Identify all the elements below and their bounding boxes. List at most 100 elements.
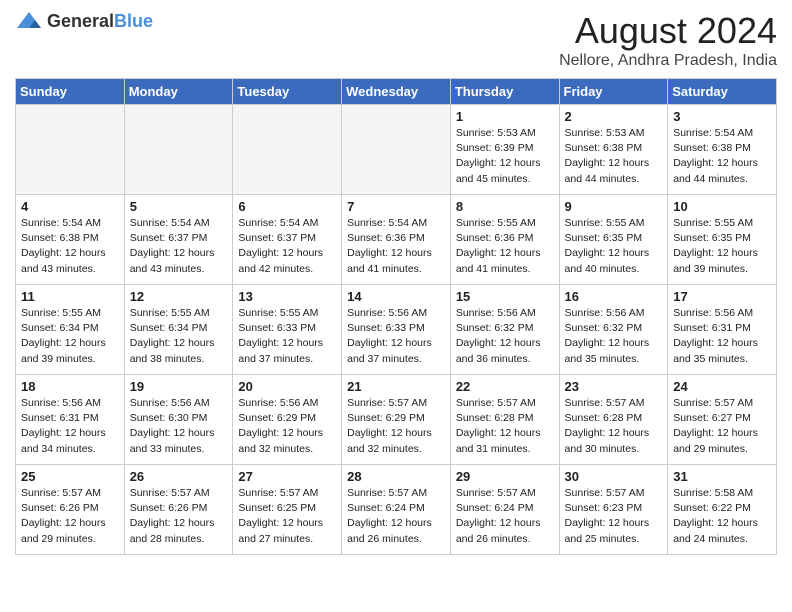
day-number: 1: [456, 109, 554, 124]
day-number: 11: [21, 289, 119, 304]
day-info: Sunrise: 5:58 AM Sunset: 6:22 PM Dayligh…: [673, 486, 771, 547]
day-cell: 1 Sunrise: 5:53 AM Sunset: 6:39 PM Daylig…: [450, 105, 559, 195]
day-number: 3: [673, 109, 771, 124]
day-info: Sunrise: 5:54 AM Sunset: 6:36 PM Dayligh…: [347, 216, 445, 277]
day-cell: 10 Sunrise: 5:55 AM Sunset: 6:35 PM Dayli…: [668, 195, 777, 285]
header-cell-wednesday: Wednesday: [342, 79, 451, 105]
day-info: Sunrise: 5:56 AM Sunset: 6:31 PM Dayligh…: [673, 306, 771, 367]
day-info: Sunrise: 5:57 AM Sunset: 6:27 PM Dayligh…: [673, 396, 771, 457]
day-info: Sunrise: 5:57 AM Sunset: 6:28 PM Dayligh…: [456, 396, 554, 457]
day-cell: [233, 105, 342, 195]
day-cell: 20 Sunrise: 5:56 AM Sunset: 6:29 PM Dayli…: [233, 375, 342, 465]
logo: GeneralBlue: [15, 10, 153, 32]
day-info: Sunrise: 5:54 AM Sunset: 6:38 PM Dayligh…: [21, 216, 119, 277]
day-info: Sunrise: 5:57 AM Sunset: 6:26 PM Dayligh…: [21, 486, 119, 547]
day-info: Sunrise: 5:57 AM Sunset: 6:24 PM Dayligh…: [347, 486, 445, 547]
day-cell: 21Sunrise: 5:57 AM Sunset: 6:29 PM Dayli…: [342, 375, 451, 465]
day-info: Sunrise: 5:57 AM Sunset: 6:23 PM Dayligh…: [565, 486, 663, 547]
day-info: Sunrise: 5:54 AM Sunset: 6:37 PM Dayligh…: [238, 216, 336, 277]
day-info: Sunrise: 5:55 AM Sunset: 6:35 PM Dayligh…: [565, 216, 663, 277]
day-cell: 7 Sunrise: 5:54 AM Sunset: 6:36 PM Daylig…: [342, 195, 451, 285]
day-cell: 25 Sunrise: 5:57 AM Sunset: 6:26 PM Dayli…: [16, 465, 125, 555]
day-cell: 19 Sunrise: 5:56 AM Sunset: 6:30 PM Dayli…: [124, 375, 233, 465]
day-number: 15: [456, 289, 554, 304]
day-info: Sunrise: 5:57 AM Sunset: 6:28 PM Dayligh…: [565, 396, 663, 457]
day-cell: 16 Sunrise: 5:56 AM Sunset: 6:32 PM Dayli…: [559, 285, 668, 375]
header: GeneralBlue August 2024 Nellore, Andhra …: [15, 10, 777, 70]
day-info: Sunrise: 5:55 AM Sunset: 6:33 PM Dayligh…: [238, 306, 336, 367]
day-info: Sunrise: 5:56 AM Sunset: 6:32 PM Dayligh…: [565, 306, 663, 367]
day-cell: 30 Sunrise: 5:57 AM Sunset: 6:23 PM Dayli…: [559, 465, 668, 555]
day-info: Sunrise: 5:56 AM Sunset: 6:32 PM Dayligh…: [456, 306, 554, 367]
day-number: 12: [130, 289, 228, 304]
day-number: 17: [673, 289, 771, 304]
day-cell: 28 Sunrise: 5:57 AM Sunset: 6:24 PM Dayli…: [342, 465, 451, 555]
day-cell: [342, 105, 451, 195]
day-number: 4: [21, 199, 119, 214]
day-cell: 5 Sunrise: 5:54 AM Sunset: 6:37 PM Daylig…: [124, 195, 233, 285]
day-info: Sunrise: 5:55 AM Sunset: 6:34 PM Dayligh…: [21, 306, 119, 367]
day-number: 30: [565, 469, 663, 484]
day-info: Sunrise: 5:57 AM Sunset: 6:25 PM Dayligh…: [238, 486, 336, 547]
day-cell: 4 Sunrise: 5:54 AM Sunset: 6:38 PM Daylig…: [16, 195, 125, 285]
day-cell: 14 Sunrise: 5:56 AM Sunset: 6:33 PM Dayli…: [342, 285, 451, 375]
day-number: 10: [673, 199, 771, 214]
day-number: 25: [21, 469, 119, 484]
day-cell: 13 Sunrise: 5:55 AM Sunset: 6:33 PM Dayli…: [233, 285, 342, 375]
day-number: 18: [21, 379, 119, 394]
week-row-2: 4 Sunrise: 5:54 AM Sunset: 6:38 PM Daylig…: [16, 195, 777, 285]
day-info: Sunrise: 5:56 AM Sunset: 6:33 PM Dayligh…: [347, 306, 445, 367]
day-cell: 3 Sunrise: 5:54 AM Sunset: 6:38 PM Daylig…: [668, 105, 777, 195]
day-number: 14: [347, 289, 445, 304]
week-row-5: 25 Sunrise: 5:57 AM Sunset: 6:26 PM Dayli…: [16, 465, 777, 555]
day-number: 23: [565, 379, 663, 394]
day-info: Sunrise: 5:56 AM Sunset: 6:31 PM Dayligh…: [21, 396, 119, 457]
header-cell-tuesday: Tuesday: [233, 79, 342, 105]
day-cell: 18 Sunrise: 5:56 AM Sunset: 6:31 PM Dayli…: [16, 375, 125, 465]
day-number: 29: [456, 469, 554, 484]
day-info: Sunrise: 5:56 AM Sunset: 6:30 PM Dayligh…: [130, 396, 228, 457]
day-number: 5: [130, 199, 228, 214]
day-number: 16: [565, 289, 663, 304]
day-cell: 17 Sunrise: 5:56 AM Sunset: 6:31 PM Dayli…: [668, 285, 777, 375]
day-info: Sunrise: 5:56 AM Sunset: 6:29 PM Dayligh…: [238, 396, 336, 457]
location: Nellore, Andhra Pradesh, India: [559, 52, 777, 70]
day-cell: 9Sunrise: 5:55 AM Sunset: 6:35 PM Daylig…: [559, 195, 668, 285]
day-info: Sunrise: 5:55 AM Sunset: 6:35 PM Dayligh…: [673, 216, 771, 277]
day-info: Sunrise: 5:54 AM Sunset: 6:38 PM Dayligh…: [673, 126, 771, 187]
week-row-1: 1 Sunrise: 5:53 AM Sunset: 6:39 PM Daylig…: [16, 105, 777, 195]
day-info: Sunrise: 5:55 AM Sunset: 6:34 PM Dayligh…: [130, 306, 228, 367]
week-row-3: 11 Sunrise: 5:55 AM Sunset: 6:34 PM Dayli…: [16, 285, 777, 375]
day-number: 28: [347, 469, 445, 484]
day-number: 20: [238, 379, 336, 394]
day-cell: 15 Sunrise: 5:56 AM Sunset: 6:32 PM Dayli…: [450, 285, 559, 375]
day-info: Sunrise: 5:57 AM Sunset: 6:24 PM Dayligh…: [456, 486, 554, 547]
day-number: 31: [673, 469, 771, 484]
day-cell: 31 Sunrise: 5:58 AM Sunset: 6:22 PM Dayli…: [668, 465, 777, 555]
header-cell-sunday: Sunday: [16, 79, 125, 105]
day-cell: 26Sunrise: 5:57 AM Sunset: 6:26 PM Dayli…: [124, 465, 233, 555]
day-number: 7: [347, 199, 445, 214]
header-row: SundayMondayTuesdayWednesdayThursdayFrid…: [16, 79, 777, 105]
calendar-table: SundayMondayTuesdayWednesdayThursdayFrid…: [15, 78, 777, 555]
day-cell: 29 Sunrise: 5:57 AM Sunset: 6:24 PM Dayli…: [450, 465, 559, 555]
logo-icon: [15, 10, 43, 32]
day-number: 13: [238, 289, 336, 304]
day-info: Sunrise: 5:57 AM Sunset: 6:29 PM Dayligh…: [347, 396, 445, 457]
day-cell: 8Sunrise: 5:55 AM Sunset: 6:36 PM Daylig…: [450, 195, 559, 285]
day-cell: [16, 105, 125, 195]
day-number: 6: [238, 199, 336, 214]
header-cell-thursday: Thursday: [450, 79, 559, 105]
day-cell: 6 Sunrise: 5:54 AM Sunset: 6:37 PM Daylig…: [233, 195, 342, 285]
header-cell-friday: Friday: [559, 79, 668, 105]
day-number: 19: [130, 379, 228, 394]
day-info: Sunrise: 5:54 AM Sunset: 6:37 PM Dayligh…: [130, 216, 228, 277]
day-cell: 11 Sunrise: 5:55 AM Sunset: 6:34 PM Dayli…: [16, 285, 125, 375]
day-cell: [124, 105, 233, 195]
header-cell-saturday: Saturday: [668, 79, 777, 105]
day-cell: 27Sunrise: 5:57 AM Sunset: 6:25 PM Dayli…: [233, 465, 342, 555]
header-cell-monday: Monday: [124, 79, 233, 105]
day-number: 26: [130, 469, 228, 484]
day-info: Sunrise: 5:53 AM Sunset: 6:39 PM Dayligh…: [456, 126, 554, 187]
week-row-4: 18 Sunrise: 5:56 AM Sunset: 6:31 PM Dayli…: [16, 375, 777, 465]
